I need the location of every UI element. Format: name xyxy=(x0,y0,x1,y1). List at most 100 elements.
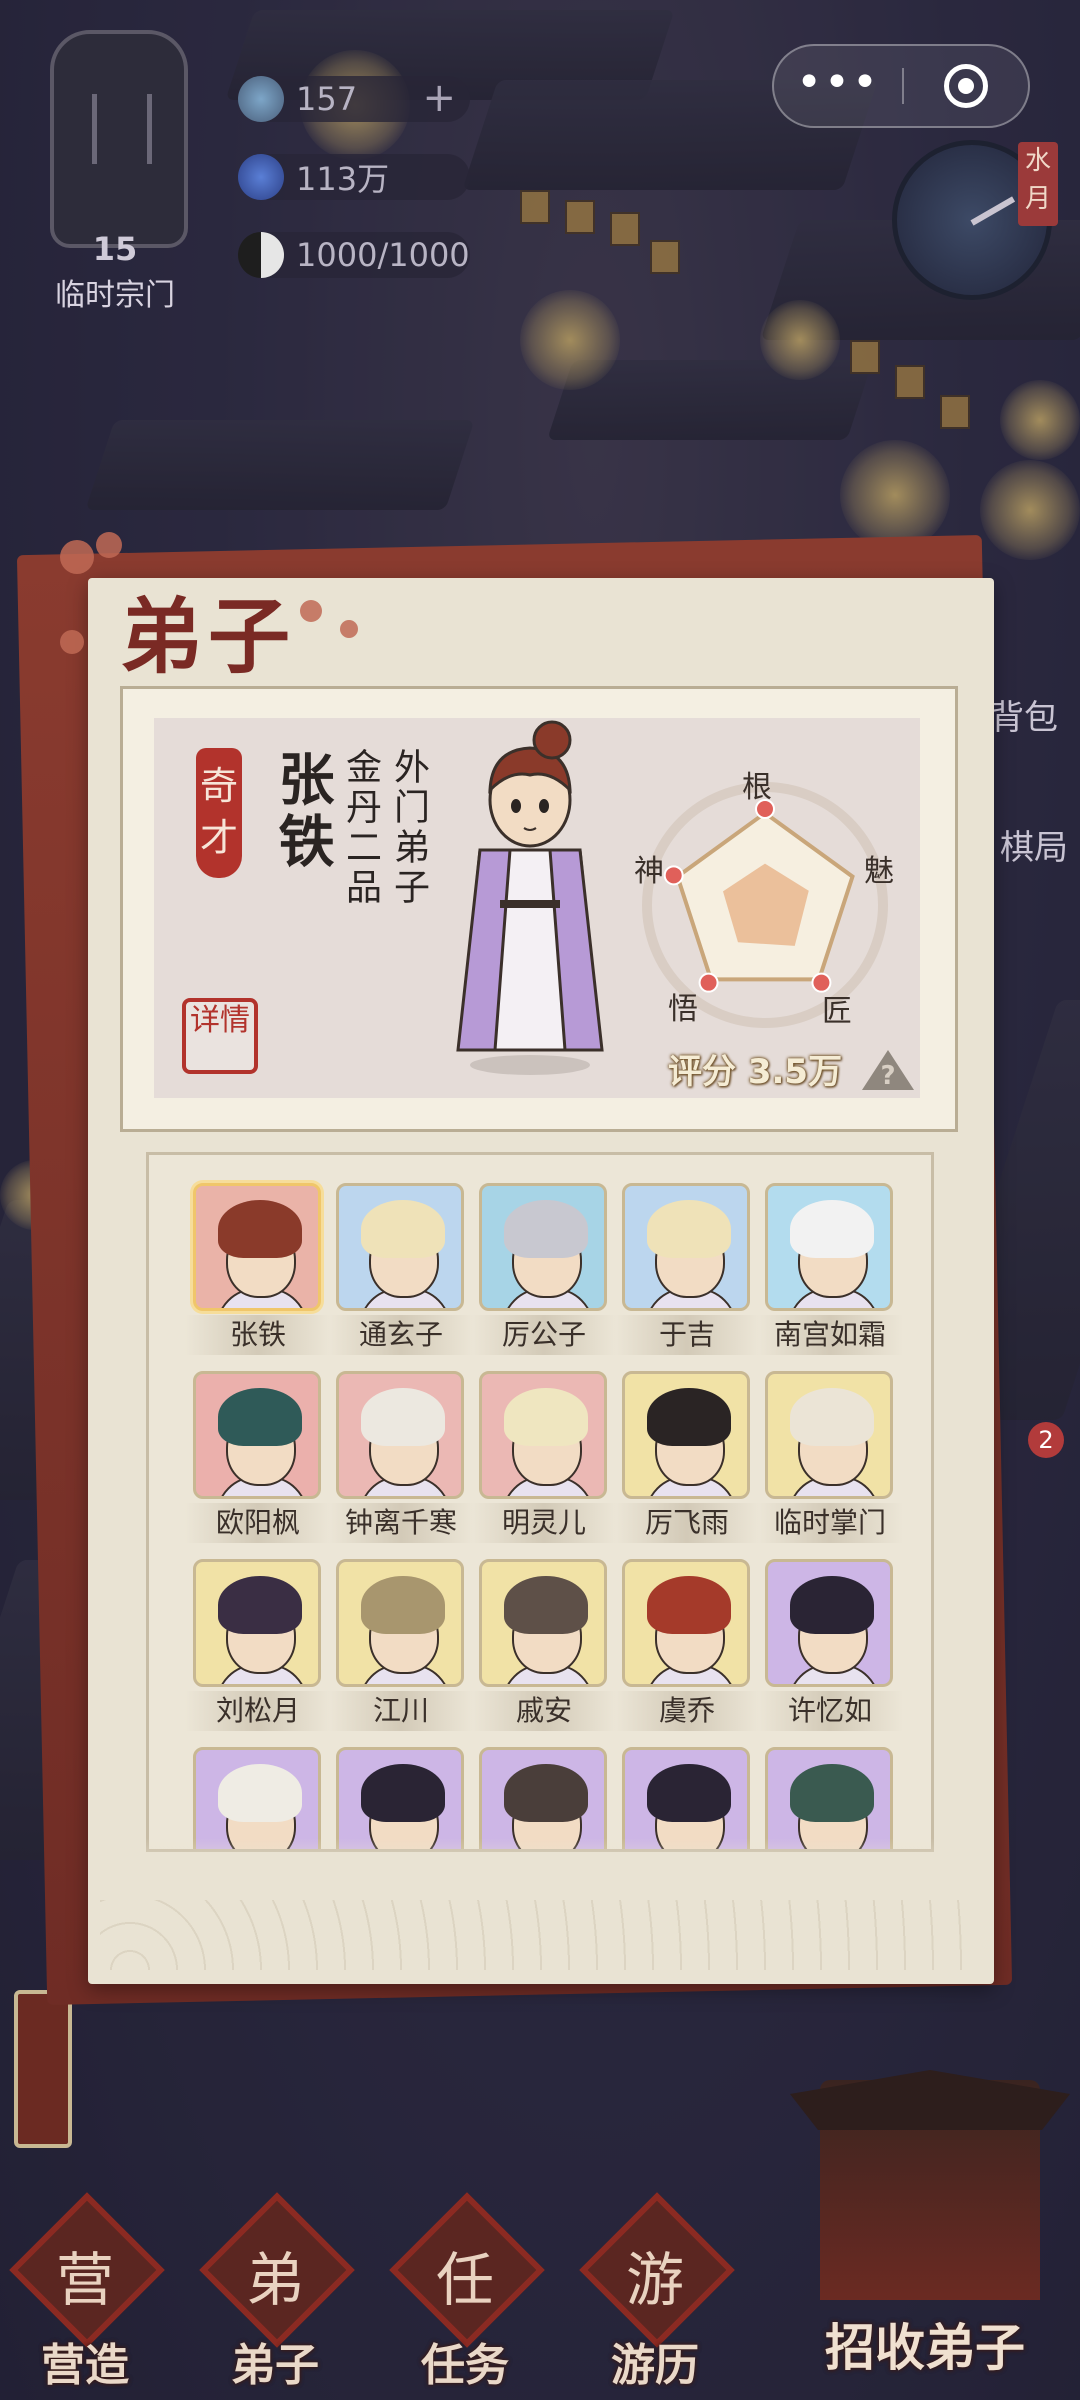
nav-build[interactable]: 营 营造 xyxy=(0,2192,170,2395)
disciple-avatar xyxy=(765,1371,893,1499)
disciple-name-label: 许忆如 xyxy=(757,1691,903,1731)
backpack-label[interactable]: 背包 xyxy=(990,690,1058,739)
disciple-roster-item[interactable]: 钟离千寒 xyxy=(328,1371,474,1543)
sect-name: 临时宗门 xyxy=(55,278,175,313)
disciple-name-label: 钟离千寒 xyxy=(328,1503,474,1543)
disciple-name-label: 明灵儿 xyxy=(471,1503,617,1543)
disciple-avatar xyxy=(765,1747,893,1849)
disciple-avatar xyxy=(479,1371,607,1499)
sect-emblem-icon xyxy=(50,30,188,248)
nav-glyph: 任 xyxy=(435,2246,494,2314)
stat-star-icon xyxy=(698,972,719,993)
gem-icon xyxy=(238,154,284,200)
nav-glyph: 游 xyxy=(625,2246,684,2314)
disciple-roster-item[interactable]: 厉公子 xyxy=(471,1183,617,1355)
disciple-avatar xyxy=(193,1747,321,1849)
scroll-icon[interactable] xyxy=(14,1990,72,2148)
nav-label: 弟子 xyxy=(231,2340,319,2391)
mini-program-capsule: ••• xyxy=(772,44,1030,128)
disciple-roster-item[interactable]: 虞乔 xyxy=(614,1559,760,1731)
disciple-avatar xyxy=(622,1183,750,1311)
nav-tasks[interactable]: 任 任务 xyxy=(380,2192,550,2395)
disciple-avatar xyxy=(336,1559,464,1687)
disciple-roster-item[interactable]: 许忆如 xyxy=(757,1559,903,1731)
disciple-name-label: 刘松月 xyxy=(185,1691,331,1731)
resource-gem: 113万 xyxy=(238,154,470,200)
nav-glyph: 营 xyxy=(55,2246,114,2314)
resource-energy: 1000/1000 xyxy=(238,232,470,278)
disciple-roster-item[interactable]: 戚安 xyxy=(471,1559,617,1731)
disciple-roster-item[interactable]: 通玄子 xyxy=(328,1183,474,1355)
disciple-roster-item[interactable]: 欧阳枫 xyxy=(185,1371,331,1543)
disciple-name-label: 戚安 xyxy=(471,1691,617,1731)
disciple-roster-item[interactable]: 明灵儿 xyxy=(471,1371,617,1543)
disciple-roster-item[interactable]: 于吉 xyxy=(614,1183,760,1355)
disciple-role: 外门弟子 xyxy=(388,748,429,908)
close-mini-program-button[interactable] xyxy=(944,64,988,108)
disciple-roster-item[interactable]: 张铁 xyxy=(185,1183,331,1355)
disciple-avatar xyxy=(336,1371,464,1499)
nav-label: 营造 xyxy=(41,2340,129,2391)
more-menu-button[interactable]: ••• xyxy=(774,46,902,126)
disciple-avatar xyxy=(765,1183,893,1311)
chess-label[interactable]: 棋局 xyxy=(1000,820,1068,869)
disciple-roster-item[interactable] xyxy=(765,1747,895,1849)
disciple-name-label: 南宫如霜 xyxy=(757,1315,903,1355)
disciple-roster-item[interactable] xyxy=(479,1747,609,1849)
panel-title: 弟子 xyxy=(120,589,297,685)
disciple-roster-item[interactable]: 江川 xyxy=(328,1559,474,1731)
nav-label: 游历 xyxy=(611,2340,699,2391)
disciple-name: 张铁 xyxy=(269,750,335,874)
wave-pattern xyxy=(100,1900,980,1970)
disciple-avatar xyxy=(336,1183,464,1311)
nav-glyph: 弟 xyxy=(245,2246,304,2314)
disciple-avatar xyxy=(479,1559,607,1687)
notification-badge: 2 xyxy=(1028,1422,1064,1458)
disciple-avatar xyxy=(479,1747,607,1849)
disciple-name-label: 虞乔 xyxy=(614,1691,760,1731)
nav-label: 任务 xyxy=(421,2340,509,2391)
disciple-avatar xyxy=(193,1559,321,1687)
disciple-avatar xyxy=(622,1559,750,1687)
disciple-avatar xyxy=(193,1371,321,1499)
disciple-avatar xyxy=(336,1747,464,1849)
disciple-roster-item[interactable]: 刘松月 xyxy=(185,1559,331,1731)
disciple-roster-item[interactable] xyxy=(336,1747,466,1849)
disciple-avatar xyxy=(765,1559,893,1687)
disciple-roster-item[interactable] xyxy=(622,1747,752,1849)
disciple-roster-item[interactable]: 临时掌门 xyxy=(757,1371,903,1543)
stat-label-craft: 匠 xyxy=(822,994,852,1029)
sect-badge[interactable]: 15 临时宗门 xyxy=(30,30,200,313)
disciple-rank: 金丹二品 xyxy=(340,748,381,908)
yin-yang-icon xyxy=(238,232,284,278)
resource-value: 1000/1000 xyxy=(296,236,470,274)
disciple-avatar xyxy=(622,1371,750,1499)
season-tag: 水月 xyxy=(1018,142,1058,226)
disciple-roster[interactable]: 张铁 通玄子 厉公子 于吉 南宫如霜欧阳枫 钟离千寒 明灵儿 厉飞雨 临时掌门刘松月 江川 戚安 虞乔… xyxy=(146,1152,934,1852)
stat-star-icon xyxy=(663,865,684,886)
disciple-avatar xyxy=(193,1183,321,1311)
disciple-name-label: 厉飞雨 xyxy=(614,1503,760,1543)
disciple-avatar xyxy=(622,1747,750,1849)
disciple-name-label: 张铁 xyxy=(185,1315,331,1355)
details-button[interactable]: 详情 xyxy=(182,998,258,1074)
nav-disciples[interactable]: 弟 弟子 xyxy=(190,2192,360,2395)
stat-label-spirit: 神 xyxy=(634,854,664,889)
resource-spirit-stone: 157 + xyxy=(238,76,470,122)
stat-label-insight: 悟 xyxy=(668,992,698,1027)
recruit-disciples-button[interactable]: 招收弟子 xyxy=(780,2070,1070,2390)
rarity-seal: 奇才 xyxy=(196,748,242,878)
resource-value: 157 xyxy=(296,80,358,118)
disciple-name-label: 于吉 xyxy=(614,1315,760,1355)
add-resource-button[interactable]: + xyxy=(422,78,456,118)
disciple-name-label: 通玄子 xyxy=(328,1315,474,1355)
sect-level: 15 xyxy=(92,230,138,268)
disciple-score: 评分 3.5万 xyxy=(668,1052,843,1092)
disciple-roster-item[interactable]: 南宫如霜 xyxy=(757,1183,903,1355)
disciple-roster-item[interactable] xyxy=(193,1747,323,1849)
disciple-roster-item[interactable]: 厉飞雨 xyxy=(614,1371,760,1543)
disciple-name-label: 欧阳枫 xyxy=(185,1503,331,1543)
nav-travel[interactable]: 游 游历 xyxy=(570,2192,740,2395)
disciple-name-label: 临时掌门 xyxy=(757,1503,903,1543)
stat-label-charm: 魅 xyxy=(864,854,894,889)
